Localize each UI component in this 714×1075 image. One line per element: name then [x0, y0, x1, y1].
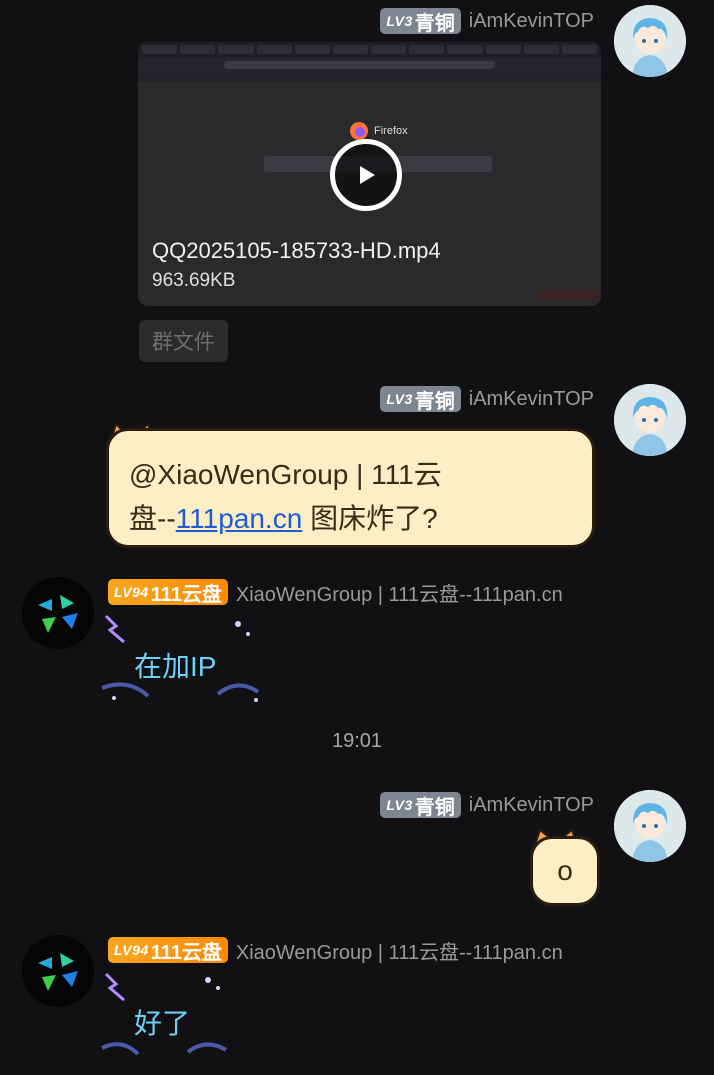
thumb-corner-controls: [537, 290, 601, 300]
level-badge: LV3 青铜: [380, 8, 461, 35]
sender-row: LV3 青铜 iAmKevinTOP: [300, 790, 594, 820]
avatar[interactable]: [22, 935, 94, 1007]
play-button[interactable]: [330, 139, 402, 211]
sender-nickname[interactable]: XiaoWenGroup | 111云盘--111pan.cn: [236, 578, 563, 607]
anime-boy-avatar-icon: [614, 790, 686, 862]
level-badge: LV3 青铜: [380, 386, 461, 413]
avatar[interactable]: [614, 5, 686, 77]
message-link[interactable]: 111pan.cn: [176, 503, 303, 534]
video-file-name: QQ2025105-185733-HD.mp4: [152, 238, 441, 263]
sender-nickname[interactable]: XiaoWenGroup | 111云盘--111pan.cn: [236, 936, 563, 965]
avatar[interactable]: [614, 790, 686, 862]
avatar[interactable]: [614, 384, 686, 456]
level-badge: LV94 111云盘: [108, 579, 228, 606]
timestamp: 19:01: [331, 730, 383, 752]
video-message-card[interactable]: Firefox QQ2025105-185733-HD.mp4 963.69KB: [138, 42, 601, 306]
sender-row: LV94 111云盘 XiaoWenGroup | 111云盘--111pan.…: [108, 935, 563, 965]
group-file-tag[interactable]: 群文件: [139, 320, 228, 362]
sender-nickname[interactable]: iAmKevinTOP: [469, 10, 594, 33]
level-badge: LV3 青铜: [380, 792, 461, 819]
sender-nickname[interactable]: iAmKevinTOP: [469, 794, 594, 817]
sender-row: LV94 111云盘 XiaoWenGroup | 111云盘--111pan.…: [108, 577, 563, 607]
sender-row: LV3 青铜 iAmKevinTOP: [300, 384, 594, 414]
play-icon: [360, 166, 375, 184]
anime-boy-avatar-icon: [614, 384, 686, 456]
thumb-firefox-logo: Firefox: [348, 120, 408, 142]
sender-nickname[interactable]: iAmKevinTOP: [469, 388, 594, 411]
sender-row: LV3 青铜 iAmKevinTOP: [300, 6, 594, 36]
message-bubble[interactable]: @XiaoWenGroup | 111云 盘--111pan.cn 图床炸了?: [106, 428, 595, 548]
video-file-size: 963.69KB: [152, 270, 236, 291]
message-text[interactable]: 好了: [134, 1002, 190, 1042]
message-bubble[interactable]: o: [530, 836, 600, 906]
message-text[interactable]: 在加IP: [134, 645, 216, 685]
level-badge: LV94 111云盘: [108, 937, 228, 964]
avatar[interactable]: [22, 577, 94, 649]
thumb-browser-tabs: [138, 42, 601, 58]
111pan-logo-icon: [22, 935, 94, 1007]
thumb-url-bar: [138, 58, 601, 72]
111pan-logo-icon: [22, 577, 94, 649]
anime-boy-avatar-icon: [614, 5, 686, 77]
thumb-bookmarks: [138, 72, 601, 82]
